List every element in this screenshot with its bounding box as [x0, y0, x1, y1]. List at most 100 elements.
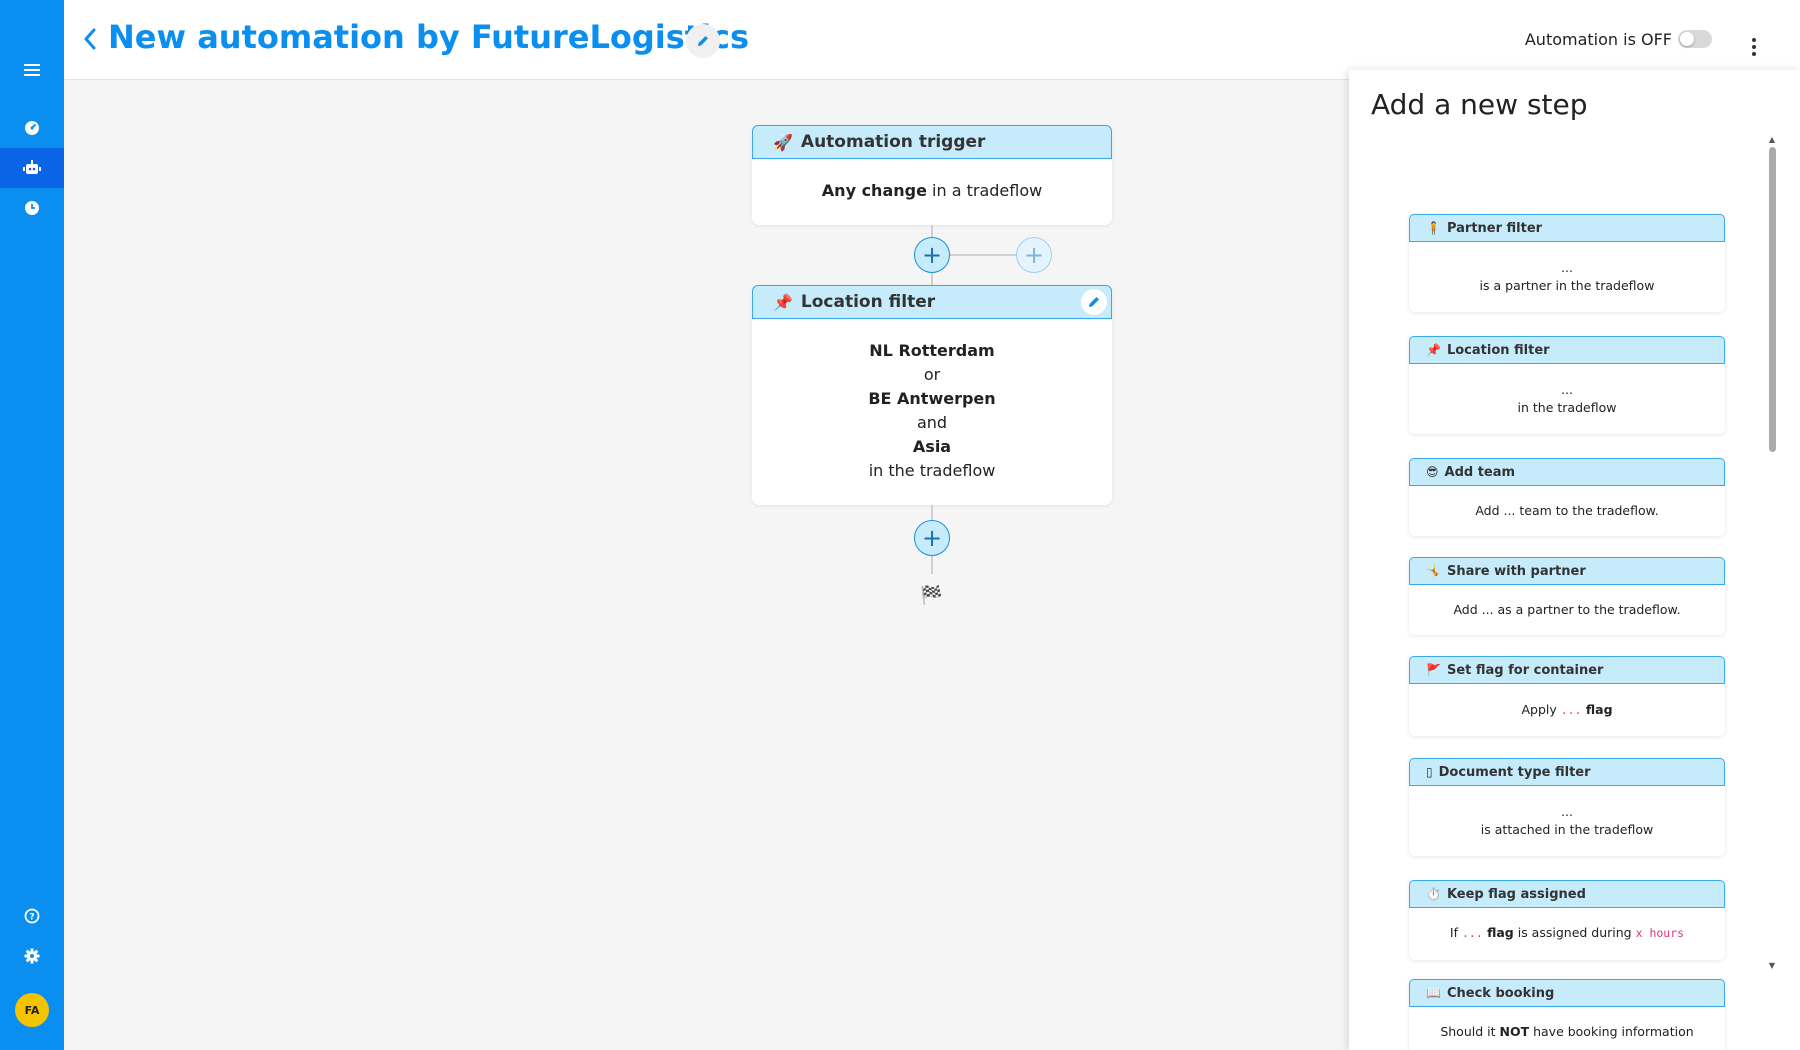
- step-card-set-flag[interactable]: 🚩 Set flag for container Apply ... flag: [1409, 656, 1725, 736]
- step-card-partner-filter[interactable]: 🧍 Partner filter ... is a partner in the…: [1409, 214, 1725, 312]
- automation-toggle[interactable]: [1678, 30, 1712, 48]
- location-operator: and: [916, 413, 948, 432]
- clock-icon[interactable]: [0, 188, 64, 228]
- step-header: 🤸 Share with partner: [1409, 557, 1725, 585]
- robot-icon[interactable]: [0, 148, 64, 188]
- step-card-add-team[interactable]: 😎 Add team Add ... team to the tradeflow…: [1409, 458, 1725, 536]
- step-bold-text: flag: [1482, 925, 1514, 940]
- step-title: Partner filter: [1446, 220, 1543, 236]
- scroll-down-arrow-icon[interactable]: ▼: [1767, 961, 1777, 971]
- edit-pencil-icon[interactable]: [1081, 289, 1107, 315]
- step-header: ⏱️ Keep flag assigned: [1409, 880, 1725, 908]
- person-icon: 🧍: [1426, 221, 1441, 235]
- svg-text:?: ?: [29, 913, 34, 923]
- page-title: New automation by FutureLogistics: [108, 18, 750, 56]
- location-filter-node[interactable]: 📌 Location filter NL Rotterdam or BE Ant…: [752, 285, 1112, 505]
- book-icon: 📖: [1426, 986, 1441, 1000]
- step-body: ... is attached in the tradeflow: [1409, 786, 1725, 839]
- page-header: New automation by FutureLogistics Automa…: [64, 0, 1800, 80]
- red-flag-icon: 🚩: [1426, 663, 1441, 677]
- help-icon[interactable]: ?: [0, 896, 64, 936]
- step-description: is a partner in the tradeflow: [1479, 278, 1655, 293]
- flow-canvas: 🚀 Automation trigger Any change in a tra…: [64, 80, 1349, 1050]
- scrollbar-thumb[interactable]: [1769, 147, 1776, 452]
- step-placeholder: ...: [1561, 260, 1573, 275]
- location-value: BE Antwerpen: [868, 389, 996, 408]
- step-text: have booking information: [1529, 1024, 1694, 1039]
- location-value: NL Rotterdam: [869, 341, 995, 360]
- scrollbar[interactable]: ▲ ▼: [1767, 135, 1777, 971]
- step-header: 😎 Add team: [1409, 458, 1725, 486]
- step-list: 🧍 Partner filter ... is a partner in the…: [1349, 142, 1800, 1050]
- back-arrow-icon[interactable]: [78, 24, 102, 54]
- avatar[interactable]: FA: [15, 993, 49, 1027]
- step-body: Add ... team to the tradeflow.: [1409, 486, 1725, 520]
- toggle-knob: [1680, 32, 1694, 46]
- pushpin-icon: 📌: [773, 292, 793, 312]
- step-title: Document type filter: [1438, 764, 1591, 780]
- node-header: 🚀 Automation trigger: [752, 125, 1112, 159]
- step-card-keep-flag-assigned[interactable]: ⏱️ Keep flag assigned If ... flag is ass…: [1409, 880, 1725, 960]
- step-header: ▯ Document type filter: [1409, 758, 1725, 786]
- step-text: If: [1449, 925, 1462, 940]
- location-value: Asia: [912, 437, 952, 456]
- step-text: Apply: [1521, 702, 1561, 717]
- add-step-button[interactable]: +: [914, 237, 950, 273]
- location-suffix: in the tradeflow: [868, 461, 996, 480]
- dashboard-icon[interactable]: [0, 108, 64, 148]
- add-step-panel: Add a new step 🧍 Partner filter ... is a…: [1349, 70, 1800, 1050]
- scroll-up-arrow-icon[interactable]: ▲: [1767, 135, 1777, 145]
- trigger-bold-text: Any change: [821, 181, 927, 200]
- step-description: is attached in the tradeflow: [1480, 822, 1654, 837]
- step-header: 🧍 Partner filter: [1409, 214, 1725, 242]
- add-step-button[interactable]: +: [914, 520, 950, 556]
- document-icon: ▯: [1426, 765, 1433, 779]
- location-operator: or: [923, 365, 941, 384]
- step-title: Share with partner: [1446, 563, 1586, 579]
- step-body: Apply ... flag: [1409, 684, 1725, 719]
- step-body: Should it NOT have booking information: [1409, 1007, 1725, 1041]
- step-body: If ... flag is assigned during x hours: [1409, 908, 1725, 942]
- step-title: Location filter: [1446, 342, 1550, 358]
- gear-icon[interactable]: [0, 936, 64, 976]
- node-body: Any change in a tradeflow: [752, 159, 1112, 203]
- automation-trigger-node[interactable]: 🚀 Automation trigger Any change in a tra…: [752, 125, 1112, 225]
- more-options-icon[interactable]: [1748, 34, 1760, 60]
- step-card-check-booking[interactable]: 📖 Check booking Should it NOT have booki…: [1409, 979, 1725, 1050]
- sidebar: ? FA: [0, 0, 64, 1050]
- step-placeholder: ...: [1561, 804, 1573, 819]
- step-card-location-filter[interactable]: 📌 Location filter ... in the tradeflow: [1409, 336, 1725, 434]
- step-text: is assigned during: [1513, 925, 1636, 940]
- step-title: Add team: [1444, 464, 1516, 480]
- step-title: Keep flag assigned: [1446, 886, 1586, 902]
- step-body: ... is a partner in the tradeflow: [1409, 242, 1725, 295]
- step-body: Add ... as a partner to the tradeflow.: [1409, 585, 1725, 619]
- step-description: Add ... as a partner to the tradeflow.: [1453, 602, 1681, 617]
- step-bold-text: NOT: [1499, 1024, 1530, 1039]
- connector-line: [931, 273, 933, 285]
- connector-line: [931, 556, 933, 574]
- step-header: 📖 Check booking: [1409, 979, 1725, 1007]
- menu-icon[interactable]: [0, 50, 64, 90]
- step-card-share-with-partner[interactable]: 🤸 Share with partner Add ... as a partne…: [1409, 557, 1725, 635]
- step-card-document-type-filter[interactable]: ▯ Document type filter ... is attached i…: [1409, 758, 1725, 856]
- step-description: Add ... team to the tradeflow.: [1475, 503, 1659, 518]
- node-title: Automation trigger: [800, 132, 986, 152]
- step-body: ... in the tradeflow: [1409, 364, 1725, 417]
- edit-title-pencil-icon[interactable]: [686, 24, 720, 58]
- step-description: in the tradeflow: [1517, 400, 1617, 415]
- node-title: Location filter: [800, 292, 936, 312]
- sunglasses-face-icon: 😎: [1426, 465, 1439, 479]
- cartwheel-icon: 🤸: [1426, 564, 1441, 578]
- add-branch-button[interactable]: +: [1016, 237, 1052, 273]
- step-title: Set flag for container: [1446, 662, 1604, 678]
- step-header: 🚩 Set flag for container: [1409, 656, 1725, 684]
- step-placeholder: ...: [1461, 926, 1483, 940]
- step-text: Should it: [1440, 1024, 1500, 1039]
- step-header: 📌 Location filter: [1409, 336, 1725, 364]
- step-title: Check booking: [1446, 985, 1555, 1001]
- node-body: NL Rotterdam or BE Antwerpen and Asia in…: [752, 319, 1112, 483]
- step-placeholder: ...: [1561, 382, 1573, 397]
- panel-title: Add a new step: [1371, 88, 1588, 121]
- stopwatch-icon: ⏱️: [1426, 887, 1441, 901]
